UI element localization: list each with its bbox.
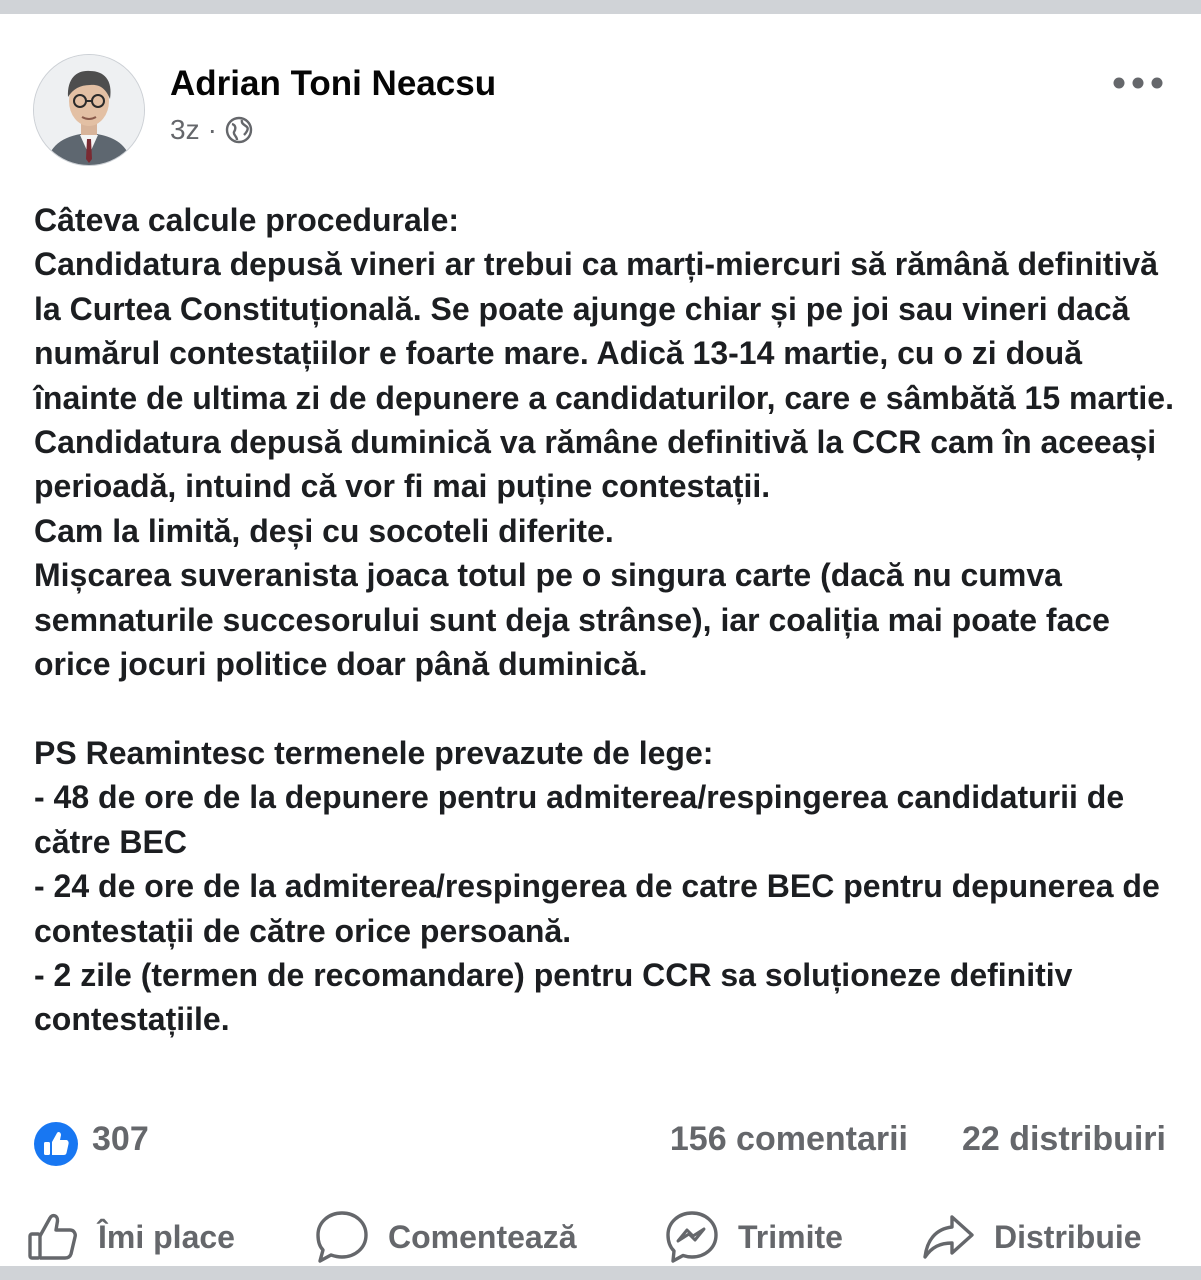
like-button-label: Îmi place [98,1218,235,1255]
send-button-label: Trimite [738,1218,843,1255]
avatar[interactable] [33,54,145,166]
shares-count[interactable]: 22 distribuiri [962,1120,1166,1159]
post-meta: 3z · [170,114,253,146]
top-divider [0,0,1201,14]
messenger-icon [666,1211,718,1263]
comment-button[interactable]: Comentează [314,1204,577,1270]
like-button[interactable]: Îmi place [26,1204,235,1270]
bottom-divider [0,1266,1201,1280]
thumbs-up-icon [28,1213,77,1260]
share-button-label: Distribuie [994,1218,1142,1255]
post-action-bar: Îmi place Comentează Trimite Distribuie [0,1204,1201,1270]
share-arrow-icon [923,1215,974,1259]
comment-button-label: Comentează [388,1218,577,1255]
send-button[interactable]: Trimite [664,1204,843,1270]
share-button[interactable]: Distribuie [920,1204,1142,1270]
comment-bubble-icon [316,1211,368,1263]
comments-count[interactable]: 156 comentarii [670,1120,908,1159]
globe-icon [225,116,253,144]
post-card: Adrian Toni Neacsu 3z · Câteva calcule p… [0,14,1201,1266]
post-body-text: Câteva calcule procedurale: Candidatura … [34,202,1174,1038]
reaction-summary: 307 156 comentarii 22 distribuiri [34,1112,1166,1168]
meta-separator: · [207,114,217,145]
post-time[interactable]: 3z [170,114,200,146]
author-name[interactable]: Adrian Toni Neacsu [170,64,496,104]
reaction-count[interactable]: 307 [92,1120,149,1159]
more-options-icon[interactable] [1110,70,1166,96]
like-reaction-icon[interactable] [34,1122,78,1166]
avatar-portrait-icon [34,55,144,165]
